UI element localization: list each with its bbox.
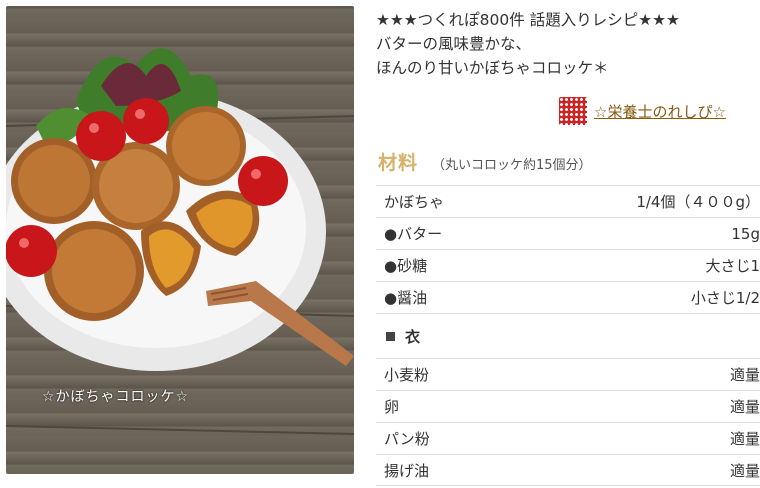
ingredient-name: ●醤油 xyxy=(384,289,428,307)
recipe-description: ★★★つくれぽ800件 話題入りレシピ★★★ バターの風味豊かな、 ほんのり甘い… xyxy=(376,0,760,80)
ingredient-row: ●醤油 小さじ1/2 xyxy=(376,281,760,313)
ingredient-name: ●バター xyxy=(384,225,443,243)
ingredient-amount: 15g xyxy=(731,224,760,243)
ingredients-list: かぼちゃ 1/4個（４００g） ●バター 15g ●砂糖 大さじ1 ●醤油 小さ… xyxy=(376,185,760,486)
ingredient-row: かぼちゃ 1/4個（４００g） xyxy=(376,185,760,217)
ingredient-amount: 適量 xyxy=(729,398,760,416)
author-avatar-icon[interactable] xyxy=(559,97,587,125)
ingredients-title: 材料 xyxy=(378,152,419,174)
author-link[interactable]: ☆栄養士のれしぴ☆ xyxy=(559,97,726,125)
recipe-info-panel: ★★★つくれぽ800件 話題入りレシピ★★★ バターの風味豊かな、 ほんのり甘い… xyxy=(376,0,760,486)
ingredient-name: かぼちゃ xyxy=(384,193,445,211)
ingredient-name: ●砂糖 xyxy=(384,257,428,275)
ingredient-row: パン粉 適量 xyxy=(376,422,760,454)
ingredient-amount: 適量 xyxy=(729,430,760,448)
description-line-2: バターの風味豊かな、 xyxy=(376,35,532,53)
ingredient-amount: 小さじ1/2 xyxy=(690,289,760,307)
ingredient-row: 卵 適量 xyxy=(376,390,760,422)
photo-caption: ☆かぼちゃコロッケ☆ xyxy=(42,389,190,405)
author-name[interactable]: ☆栄養士のれしぴ☆ xyxy=(594,101,726,122)
ingredients-header: 材料 （丸いコロッケ約15個分） xyxy=(378,148,592,175)
ingredient-amount: 1/4個（４００g） xyxy=(636,193,760,211)
description-line-1: ★★★つくれぽ800件 話題入りレシピ★★★ xyxy=(376,11,680,29)
ingredient-name: 小麦粉 xyxy=(384,366,430,384)
description-line-3: ほんのり甘いかぼちゃコロッケ＊ xyxy=(376,59,609,77)
ingredient-name: 卵 xyxy=(384,398,400,416)
ingredient-row: 揚げ油 適量 xyxy=(376,454,760,486)
ingredient-name: 揚げ油 xyxy=(384,461,430,480)
ingredients-serving: （丸いコロッケ約15個分） xyxy=(432,158,592,173)
square-bullet-icon xyxy=(386,331,395,341)
ingredient-amount: 適量 xyxy=(729,366,760,384)
ingredient-row: 小麦粉 適量 xyxy=(376,358,760,390)
ingredient-amount: 適量 xyxy=(729,461,760,480)
ingredient-group-header: 衣 xyxy=(376,313,760,358)
ingredient-group-label: 衣 xyxy=(405,327,421,346)
ingredient-amount: 大さじ1 xyxy=(705,257,760,275)
ingredient-row: ●バター 15g xyxy=(376,217,760,249)
ingredient-name: パン粉 xyxy=(384,430,430,448)
recipe-photo[interactable]: ☆かぼちゃコロッケ☆ xyxy=(6,6,354,474)
ingredient-row: ●砂糖 大さじ1 xyxy=(376,249,760,281)
